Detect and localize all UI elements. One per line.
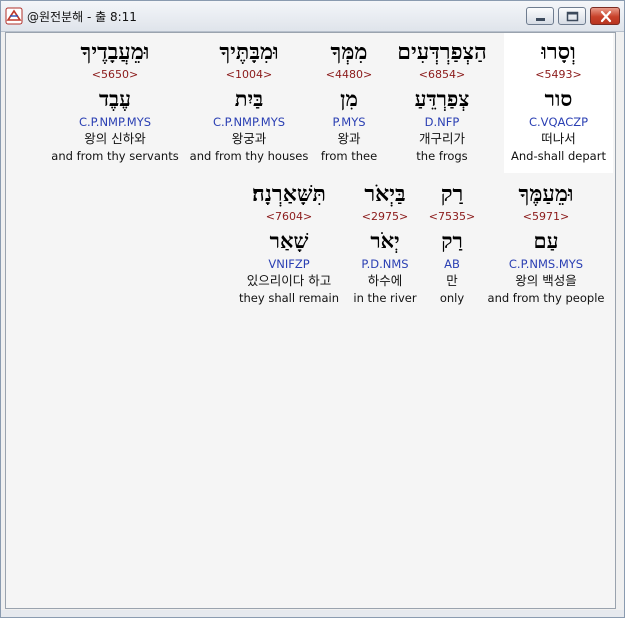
- interlinear-view[interactable]: וְסָרוּ <5493> סור C.VQACZP 떠나서 And-shal…: [5, 32, 616, 609]
- lemma-word: רַק: [441, 228, 463, 253]
- morphology-code: P.MYS: [332, 115, 366, 129]
- hebrew-word: מִמְּךָ: [330, 39, 368, 65]
- close-icon: [600, 10, 612, 23]
- word-cell[interactable]: וּמֵעַמֶּךָ <5971> עַם C.P.NMS.MYS 왕의 백성…: [484, 179, 608, 306]
- strong-number: <2975>: [361, 210, 409, 223]
- english-gloss: only: [439, 291, 465, 305]
- english-gloss: and from thy houses: [189, 149, 309, 163]
- lemma-word: צְפַרְדֵּעַ: [414, 86, 470, 111]
- word-cell[interactable]: הַצְפַרְדְּעִים <6854> צְפַרְדֵּעַ D.NFP…: [390, 37, 494, 164]
- hebrew-word: וּמֵעַמֶּךָ: [518, 181, 574, 207]
- window-title: @원전분해 - 출 8:11: [27, 10, 137, 24]
- word-cell[interactable]: וּמֵעֲבָדֶיךָ <5650> עֶבֶד C.P.NMP.MYS 왕…: [50, 37, 180, 164]
- hebrew-word: וּמֵעֲבָדֶיךָ: [80, 39, 150, 65]
- morphology-code: AB: [444, 257, 460, 271]
- korean-gloss: 왕의 백성을: [515, 273, 577, 288]
- word-cell[interactable]: בַּיְאֹר <2975> יְאֹר P.D.NMS 하수에 in the…: [350, 179, 420, 306]
- hebrew-word: הַצְפַרְדְּעִים: [397, 39, 487, 65]
- english-gloss: and from thy servants: [51, 149, 179, 163]
- english-gloss: from thee: [320, 149, 378, 163]
- lemma-word: יְאֹר: [370, 228, 400, 253]
- hebrew-word: בַּיְאֹר: [364, 181, 406, 207]
- status-bar: [1, 610, 624, 617]
- app-icon[interactable]: [5, 7, 23, 25]
- english-gloss: and from thy people: [487, 291, 605, 305]
- strong-number: <1004>: [225, 68, 273, 81]
- korean-gloss: 개구리가: [418, 131, 465, 146]
- lemma-word: שָׁאַר: [269, 228, 309, 253]
- hebrew-word: רַק: [440, 181, 464, 207]
- morphology-code: P.D.NMS: [361, 257, 409, 271]
- word-cell[interactable]: וְסָרוּ <5493> סור C.VQACZP 떠나서 And-shal…: [504, 37, 613, 164]
- korean-gloss: 하수에: [367, 273, 403, 288]
- title-bar[interactable]: @원전분해 - 출 8:11: [1, 1, 624, 32]
- korean-gloss: 떠나서: [541, 131, 576, 146]
- morphology-code: D.NFP: [424, 115, 460, 129]
- english-gloss: the frogs: [416, 149, 468, 163]
- minimize-icon: [536, 18, 545, 21]
- lemma-word: סור: [544, 86, 573, 111]
- morphology-code: C.P.NMP.MYS: [212, 115, 286, 129]
- strong-number: <4480>: [325, 68, 373, 81]
- word-cell[interactable]: וּמִבָּתֶּיךָ <1004> בַּיִת C.P.NMP.MYS …: [186, 37, 312, 164]
- word-cell[interactable]: מִמְּךָ <4480> מִן P.MYS 왕과 from thee: [316, 37, 382, 164]
- strong-number: <7604>: [265, 210, 313, 223]
- korean-gloss: 있으리이다 하고: [246, 273, 332, 288]
- lemma-word: בַּיִת: [234, 86, 264, 111]
- morphology-code: C.P.NMS.MYS: [508, 257, 584, 271]
- morphology-code: C.VQACZP: [528, 115, 589, 129]
- app-window: @원전분해 - 출 8:11 וְסָרוּ <5493> סור C.VQAC…: [0, 0, 625, 618]
- english-gloss: in the river: [353, 291, 417, 305]
- korean-gloss: 왕의 신하와: [84, 131, 146, 146]
- minimize-button[interactable]: [526, 7, 554, 25]
- hebrew-word: תִּשָּׁאַרְנָה׃: [252, 181, 326, 207]
- word-cell[interactable]: תִּשָּׁאַרְנָה׃ <7604> שָׁאַר VNIFZP 있으리…: [234, 179, 344, 306]
- hebrew-word: וְסָרוּ: [541, 39, 576, 65]
- lemma-word: עֶבֶד: [98, 86, 132, 111]
- word-cell[interactable]: רַק <7535> רַק AB 만 only: [424, 179, 480, 306]
- english-gloss: they shall remain: [239, 291, 339, 305]
- lemma-word: עַם: [533, 228, 559, 253]
- close-button[interactable]: [590, 7, 620, 25]
- morphology-code: VNIFZP: [268, 257, 310, 271]
- maximize-button[interactable]: [558, 7, 586, 25]
- korean-gloss: 왕과: [337, 131, 361, 146]
- strong-number: <7535>: [428, 210, 476, 223]
- korean-gloss: 만: [446, 273, 458, 288]
- strong-number: <6854>: [418, 68, 466, 81]
- strong-number: <5493>: [535, 68, 582, 81]
- lemma-word: מִן: [340, 86, 358, 111]
- korean-gloss: 왕궁과: [231, 131, 267, 146]
- hebrew-word: וּמִבָּתֶּיךָ: [219, 39, 279, 65]
- strong-number: <5971>: [522, 210, 570, 223]
- strong-number: <5650>: [91, 68, 139, 81]
- english-gloss: And-shall depart: [511, 149, 606, 163]
- morphology-code: C.P.NMP.MYS: [78, 115, 152, 129]
